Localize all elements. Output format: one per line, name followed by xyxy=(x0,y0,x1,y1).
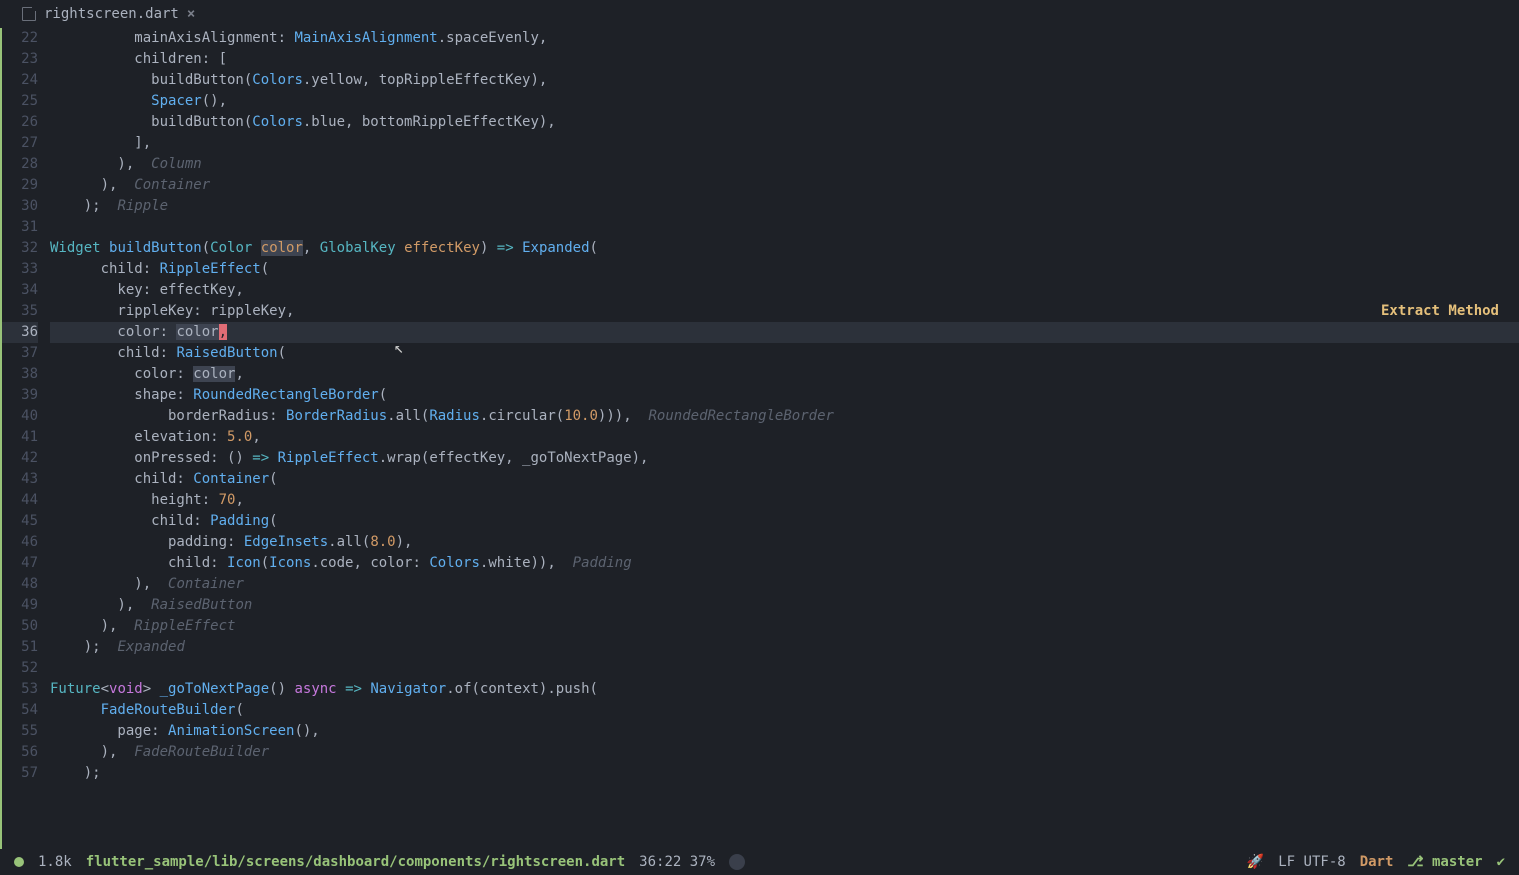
line-number: 24 xyxy=(2,70,38,91)
line-number: 39 xyxy=(2,385,38,406)
line-number: 35 xyxy=(2,301,38,322)
close-icon[interactable]: × xyxy=(187,6,195,22)
code-line[interactable]: padding: EdgeInsets.all(8.0), xyxy=(50,532,1519,553)
line-number: 48 xyxy=(2,574,38,595)
line-number: 31 xyxy=(2,217,38,238)
code-line[interactable]: onPressed: () => RippleEffect.wrap(effec… xyxy=(50,448,1519,469)
line-number: 41 xyxy=(2,427,38,448)
tab-filename: rightscreen.dart xyxy=(44,6,179,22)
code-line[interactable] xyxy=(50,658,1519,679)
line-number: 32 xyxy=(2,238,38,259)
code-line[interactable]: ); Expanded xyxy=(50,637,1519,658)
line-number: 53 xyxy=(2,679,38,700)
line-number: 49 xyxy=(2,595,38,616)
code-line-current[interactable]: color: color, xyxy=(50,322,1519,343)
code-line[interactable]: ), Container xyxy=(50,175,1519,196)
line-number: 40 xyxy=(2,406,38,427)
line-number: 57 xyxy=(2,763,38,784)
line-number: 52 xyxy=(2,658,38,679)
line-number: 30 xyxy=(2,196,38,217)
branch-icon: ⎇ xyxy=(1407,854,1423,870)
code-line[interactable]: child: Padding( xyxy=(50,511,1519,532)
check-icon[interactable]: ✔ xyxy=(1497,854,1505,870)
cursor: , xyxy=(219,324,227,340)
status-filepath[interactable]: flutter_sample/lib/screens/dashboard/com… xyxy=(86,854,625,870)
line-number: 23 xyxy=(2,49,38,70)
code-line[interactable]: FadeRouteBuilder( xyxy=(50,700,1519,721)
extract-method-hint[interactable]: Extract Method xyxy=(1381,301,1499,322)
line-number: 34 xyxy=(2,280,38,301)
line-number: 56 xyxy=(2,742,38,763)
status-encoding[interactable]: LF UTF-8 xyxy=(1278,854,1345,870)
line-number: 33 xyxy=(2,259,38,280)
line-number: 22 xyxy=(2,28,38,49)
code-line[interactable]: ), Column xyxy=(50,154,1519,175)
code-line[interactable]: key: effectKey, xyxy=(50,280,1519,301)
status-filesize: 1.8k xyxy=(38,854,72,870)
line-number: 46 xyxy=(2,532,38,553)
file-icon xyxy=(22,7,36,21)
line-number: 25 xyxy=(2,91,38,112)
code-line[interactable]: color: color, xyxy=(50,364,1519,385)
tab-bar: rightscreen.dart × xyxy=(0,0,1519,28)
code-line[interactable]: ); Ripple xyxy=(50,196,1519,217)
line-number: 50 xyxy=(2,616,38,637)
code-line[interactable]: rippleKey: rippleKey,Extract Method xyxy=(50,301,1519,322)
line-number: 38 xyxy=(2,364,38,385)
line-number: 43 xyxy=(2,469,38,490)
code-line[interactable]: children: [ xyxy=(50,49,1519,70)
file-tab[interactable]: rightscreen.dart × xyxy=(12,3,205,25)
code-line[interactable]: child: RaisedButton( xyxy=(50,343,1519,364)
code-line[interactable]: ), RaisedButton xyxy=(50,595,1519,616)
line-number: 55 xyxy=(2,721,38,742)
code-line[interactable]: elevation: 5.0, xyxy=(50,427,1519,448)
line-number: 37 xyxy=(2,343,38,364)
code-line[interactable]: Widget buildButton(Color color, GlobalKe… xyxy=(50,238,1519,259)
editor[interactable]: 22 23 24 25 26 27 28 29 30 31 32 33 34 3… xyxy=(0,28,1519,849)
code-line[interactable]: page: AnimationScreen(), xyxy=(50,721,1519,742)
code-line[interactable]: shape: RoundedRectangleBorder( xyxy=(50,385,1519,406)
code-line[interactable]: child: Container( xyxy=(50,469,1519,490)
line-number: 54 xyxy=(2,700,38,721)
code-line[interactable]: buildButton(Colors.blue, bottomRippleEff… xyxy=(50,112,1519,133)
status-language[interactable]: Dart xyxy=(1360,854,1394,870)
code-line[interactable]: ), RippleEffect xyxy=(50,616,1519,637)
code-line[interactable]: child: RippleEffect( xyxy=(50,259,1519,280)
code-line[interactable]: ), Container xyxy=(50,574,1519,595)
line-number: 51 xyxy=(2,637,38,658)
code-line[interactable]: child: Icon(Icons.code, color: Colors.wh… xyxy=(50,553,1519,574)
code-line[interactable]: ); xyxy=(50,763,1519,784)
line-number: 45 xyxy=(2,511,38,532)
code-line[interactable]: buildButton(Colors.yellow, topRippleEffe… xyxy=(50,70,1519,91)
line-number: 28 xyxy=(2,154,38,175)
octocat-icon[interactable] xyxy=(729,854,745,870)
code-line[interactable]: mainAxisAlignment: MainAxisAlignment.spa… xyxy=(50,28,1519,49)
status-dot-icon xyxy=(14,857,24,867)
line-number: 27 xyxy=(2,133,38,154)
code-line[interactable]: ), FadeRouteBuilder xyxy=(50,742,1519,763)
code-line[interactable]: ], xyxy=(50,133,1519,154)
line-number: 36 xyxy=(2,322,38,343)
code-line[interactable] xyxy=(50,217,1519,238)
line-number: 47 xyxy=(2,553,38,574)
status-cursor-position: 36:22 37% xyxy=(639,854,715,870)
code-line[interactable]: Spacer(), xyxy=(50,91,1519,112)
line-number: 29 xyxy=(2,175,38,196)
code-line[interactable]: borderRadius: BorderRadius.all(Radius.ci… xyxy=(50,406,1519,427)
code-line[interactable]: height: 70, xyxy=(50,490,1519,511)
line-number: 44 xyxy=(2,490,38,511)
line-number: 26 xyxy=(2,112,38,133)
rocket-icon[interactable]: 🚀 xyxy=(1247,854,1264,870)
line-number-gutter: 22 23 24 25 26 27 28 29 30 31 32 33 34 3… xyxy=(2,28,50,849)
code-area[interactable]: mainAxisAlignment: MainAxisAlignment.spa… xyxy=(50,28,1519,849)
status-bar: 1.8k flutter_sample/lib/screens/dashboar… xyxy=(0,849,1519,875)
git-branch[interactable]: ⎇ master xyxy=(1407,854,1482,870)
code-line[interactable]: Future<void> _goToNextPage() async => Na… xyxy=(50,679,1519,700)
line-number: 42 xyxy=(2,448,38,469)
